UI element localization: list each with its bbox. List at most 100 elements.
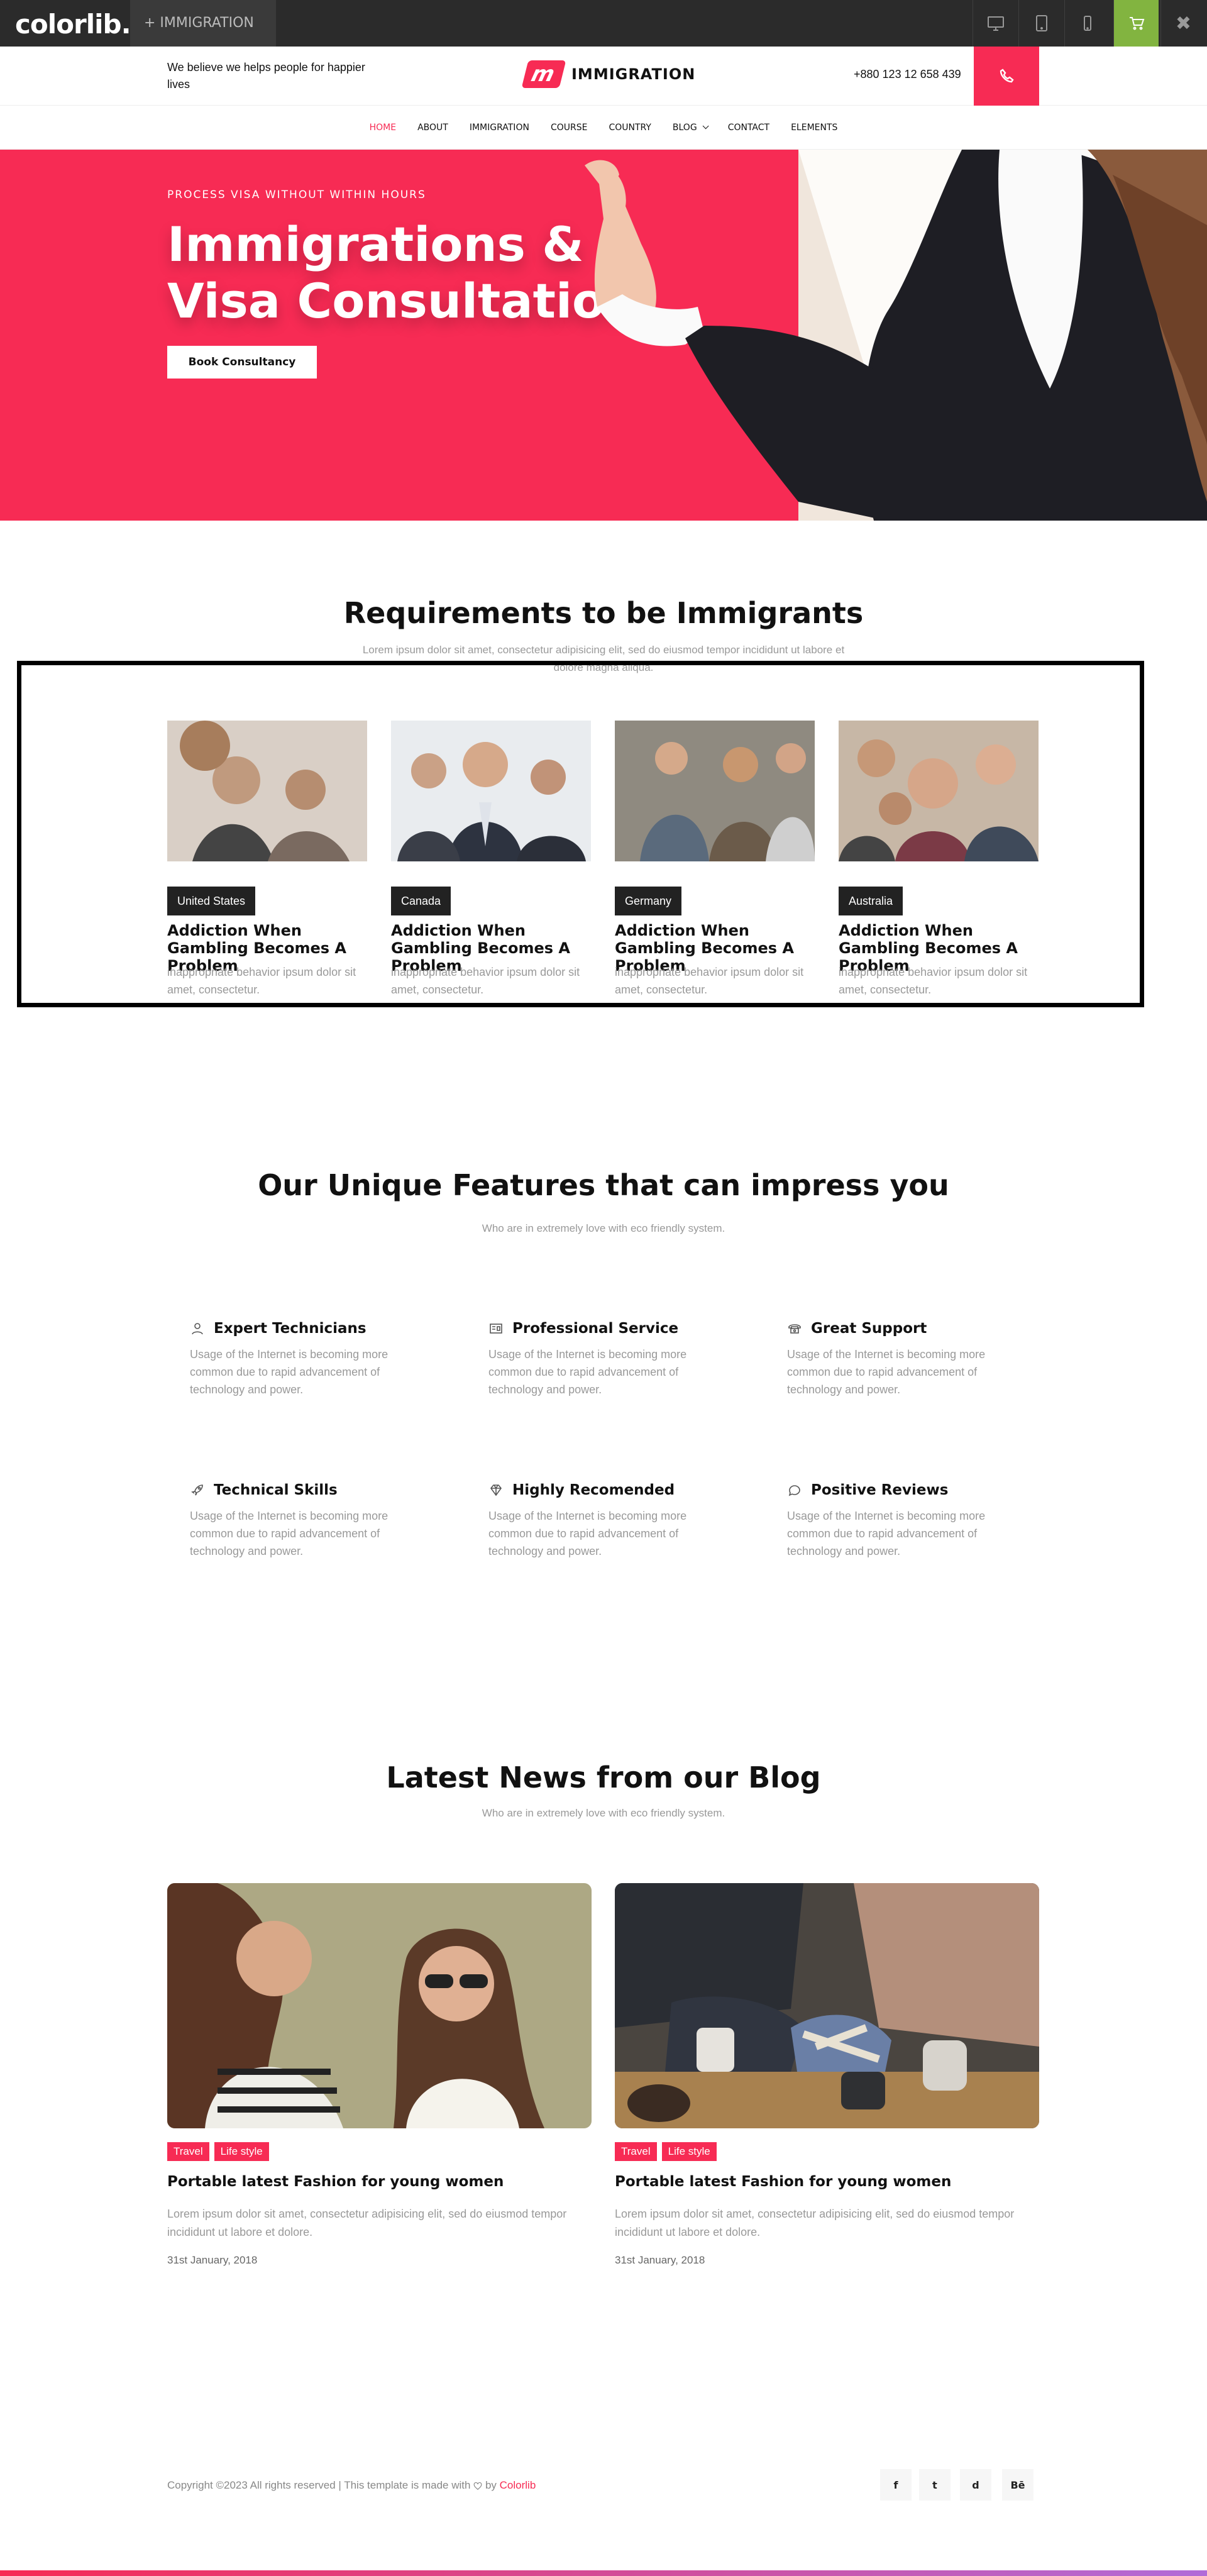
post-date: 31st January, 2018 [167,2254,258,2266]
nav-blog-label[interactable]: BLOG [673,123,697,133]
bubble-icon [788,1485,800,1496]
book-consultancy-button[interactable]: Book Consultancy [167,346,317,379]
copyright-text: Copyright ©2023 All rights reserved | Th… [167,2479,471,2491]
logo-mark-icon: m [521,60,566,88]
call-button[interactable] [974,47,1039,106]
post-title[interactable]: Portable latest Fashion for young women [167,2174,504,2190]
country-card[interactable]: United States Addiction When Gambling Be… [167,721,367,996]
desktop-icon [987,16,1004,31]
dribbble-icon[interactable]: d [960,2469,991,2501]
card-image [839,721,1039,861]
tag-life-style[interactable]: Life style [214,2142,269,2161]
post-description: Lorem ipsum dolor sit amet, consectetur … [615,2208,1015,2238]
mobile-view-button[interactable] [1064,0,1110,47]
preview-bar: colorlib. + IMMIGRATION ✖ [0,0,1207,47]
tablet-icon [1035,15,1047,31]
blog-post-image [615,1883,1039,2128]
twitter-icon[interactable]: t [919,2469,951,2501]
user-icon [192,1323,203,1335]
hero-subtitle: PROCESS VISA WITHOUT WITHIN HOURS [167,189,426,201]
country-badge[interactable]: Germany [615,887,682,915]
country-badge[interactable]: United States [167,887,256,915]
feature-item: Great Support Usage of the Internet is b… [787,1320,1026,1398]
colorlib-logo[interactable]: colorlib. [15,9,131,40]
feature-title: Technical Skills [214,1482,338,1498]
post-description: Lorem ipsum dolor sit amet, consectetur … [167,2208,567,2238]
telephone-icon [788,1324,801,1334]
feature-item: Positive Reviews Usage of the Internet i… [787,1482,1026,1560]
site-logo[interactable]: m IMMIGRATION [521,60,696,88]
behance-icon[interactable]: Bē [1002,2469,1033,2501]
nav-immigration[interactable]: IMMIGRATION [470,123,529,133]
nav-course[interactable]: COURSE [551,123,588,133]
feature-description: Usage of the Internet is becoming more c… [190,1348,389,1396]
post-title[interactable]: Portable latest Fashion for young women [615,2174,951,2190]
card-description: inappropriate behavior ipsum dolor sit a… [167,966,356,996]
nav-country[interactable]: COUNTRY [609,123,651,133]
country-card[interactable]: Australia Addiction When Gambling Become… [839,721,1039,996]
country-card[interactable]: Canada Addiction When Gambling Becomes A… [391,721,591,996]
tag-travel[interactable]: Travel [615,2142,657,2161]
nav-home[interactable]: HOME [370,123,396,133]
header-phone-number: +880 123 12 658 439 [854,68,961,80]
template-tab[interactable]: + IMMIGRATION [130,0,276,47]
feature-item: Highly Recomended Usage of the Internet … [488,1482,727,1560]
feature-title: Positive Reviews [811,1482,949,1498]
nav-about[interactable]: ABOUT [417,123,448,133]
card-image [167,721,367,861]
tag-travel[interactable]: Travel [167,2142,209,2161]
mobile-icon [1083,16,1091,31]
country-badge[interactable]: Australia [839,887,903,915]
features-subtitle: Who are in extremely love with eco frien… [482,1222,725,1234]
footer-accent-line [0,2570,1207,2576]
main-nav: HOME ABOUT IMMIGRATION COURSE COUNTRY BL… [0,106,1207,150]
blog-subtitle: Who are in extremely love with eco frien… [482,1807,725,1819]
hero-banner: PROCESS VISA WITHOUT WITHIN HOURS Immigr… [0,150,1207,521]
phone-icon [1000,69,1014,83]
country-badge[interactable]: Canada [391,887,451,915]
feature-title: Professional Service [512,1320,679,1337]
close-preview-button[interactable]: ✖ [1160,0,1206,47]
cart-button[interactable] [1113,0,1159,47]
tag-life-style[interactable]: Life style [661,2142,717,2161]
card-image [391,721,591,861]
copyright-by: by [485,2479,497,2491]
facebook-icon[interactable]: f [880,2469,912,2501]
feature-description: Usage of the Internet is becoming more c… [787,1348,986,1396]
post-date: 31st January, 2018 [615,2254,705,2266]
diamond-icon [490,1484,502,1496]
blog-post-image [167,1883,592,2128]
blog-title: Latest News from our Blog [386,1761,821,1794]
license-icon [490,1324,502,1334]
heart-icon [473,2482,482,2490]
card-description: inappropriate behavior ipsum dolor sit a… [391,966,580,996]
feature-title: Highly Recomended [512,1482,675,1498]
feature-description: Usage of the Internet is becoming more c… [488,1510,687,1557]
tablet-view-button[interactable] [1018,0,1064,47]
blog-post[interactable]: Travel Life style Portable latest Fashio… [167,1883,592,2266]
feature-description: Usage of the Internet is becoming more c… [488,1348,687,1396]
footer-copyright: Copyright ©2023 All rights reserved | Th… [167,2479,536,2492]
nav-contact[interactable]: CONTACT [728,123,769,133]
header-tagline: We believe we helps people for happier l… [167,61,365,91]
card-image [615,721,815,861]
desktop-view-button[interactable] [973,0,1018,47]
blog-post[interactable]: Travel Life style Portable latest Fashio… [615,1883,1039,2266]
requirements-title: Requirements to be Immigrants [343,596,864,630]
card-description: inappropriate behavior ipsum dolor sit a… [839,966,1028,996]
hero-woman-image [585,150,1207,521]
nav-blog[interactable]: BLOG [673,123,709,133]
features-title: Our Unique Features that can impress you [258,1168,949,1202]
feature-description: Usage of the Internet is becoming more c… [190,1510,389,1557]
card-description: inappropriate behavior ipsum dolor sit a… [615,966,804,996]
feature-item: Expert Technicians Usage of the Internet… [190,1320,429,1398]
colorlib-link[interactable]: Colorlib [500,2479,536,2491]
nav-elements[interactable]: ELEMENTS [791,123,837,133]
feature-item: Technical Skills Usage of the Internet i… [190,1482,429,1560]
rocket-icon [191,1484,203,1496]
chevron-down-icon [702,123,709,130]
feature-title: Expert Technicians [214,1320,367,1337]
feature-description: Usage of the Internet is becoming more c… [787,1510,986,1557]
logo-text: IMMIGRATION [571,65,696,83]
country-card[interactable]: Germany Addiction When Gambling Becomes … [615,721,815,996]
